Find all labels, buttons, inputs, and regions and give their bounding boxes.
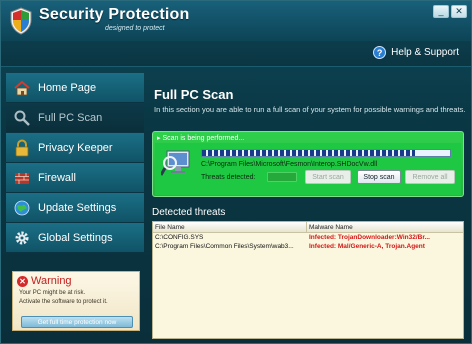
page-description: In this section you are able to run a fu… xyxy=(154,105,466,114)
stop-scan-button[interactable]: Stop scan xyxy=(357,170,401,184)
warning-title: Warning xyxy=(31,275,72,287)
scan-panel: ▸ Scan is being performed... C:\Program … xyxy=(152,131,464,197)
globe-icon xyxy=(12,198,32,218)
scan-status-text: Scan is being performed... xyxy=(162,135,245,142)
threats-count-box xyxy=(267,172,297,182)
warning-x-icon: ✕ xyxy=(17,275,28,287)
scan-body: C:\Program Files\Microsoft\Fesmon\Intero… xyxy=(155,143,461,195)
sidebar-item-label: Privacy Keeper xyxy=(38,141,113,154)
sidebar: Home Page Full PC Scan Privacy Keeper Fi… xyxy=(6,73,144,341)
table-row[interactable]: C:\CONFIG.SYS Infected: TrojanDownloader… xyxy=(153,233,463,242)
lock-icon xyxy=(12,138,32,158)
sidebar-item-home-page[interactable]: Home Page xyxy=(6,73,144,103)
scan-status: ▸ Scan is being performed... xyxy=(157,134,244,142)
threats-detected-label: Threats detected: xyxy=(201,174,256,181)
close-button[interactable]: ✕ xyxy=(451,5,467,18)
sidebar-item-privacy-keeper[interactable]: Privacy Keeper xyxy=(6,133,144,163)
scan-progress-fill xyxy=(202,150,416,156)
row-file-name: C:\CONFIG.SYS xyxy=(155,234,204,241)
sidebar-item-label: Home Page xyxy=(38,81,97,94)
warning-line-1: Your PC might be at risk. xyxy=(19,290,86,296)
column-header-file[interactable]: File Name xyxy=(153,222,307,232)
table-row[interactable]: C:\Program Files\Common Files\System\wab… xyxy=(153,242,463,251)
remove-all-button[interactable]: Remove all xyxy=(405,170,455,184)
sidebar-item-label: Update Settings xyxy=(38,201,117,214)
sidebar-item-update-settings[interactable]: Update Settings xyxy=(6,193,144,223)
app-subtitle: designed to protect xyxy=(105,25,165,32)
app-window: Security Protection designed to protect … xyxy=(0,0,472,344)
magnifier-icon xyxy=(12,108,32,128)
question-icon: ? xyxy=(373,46,387,59)
row-file-name: C:\Program Files\Common Files\System\wab… xyxy=(155,243,294,250)
title-bar[interactable]: Security Protection designed to protect … xyxy=(1,1,471,41)
detected-threats-title: Detected threats xyxy=(152,207,226,218)
threats-table[interactable]: File Name Malware Name C:\CONFIG.SYS Inf… xyxy=(152,221,464,339)
table-header: File Name Malware Name xyxy=(153,222,463,233)
row-malware-name: Infected: Mal/Generic-A, Trojan.Agent xyxy=(309,243,425,250)
sidebar-item-label: Firewall xyxy=(38,171,76,184)
shield-logo-icon xyxy=(10,7,32,35)
firewall-icon xyxy=(12,168,32,188)
help-support-label: Help & Support xyxy=(391,47,459,58)
help-bar: ? Help & Support xyxy=(1,41,471,67)
house-icon xyxy=(12,78,32,98)
warning-box: ✕ Warning Your PC might be at risk. Acti… xyxy=(12,271,140,331)
sidebar-item-firewall[interactable]: Firewall xyxy=(6,163,144,193)
app-title: Security Protection xyxy=(39,6,190,23)
warning-line-2: Activate the software to protect it. xyxy=(19,299,108,305)
row-malware-name: Infected: TrojanDownloader:Win32/Br... xyxy=(309,234,430,241)
get-protection-button[interactable]: Get full time protection now xyxy=(21,316,133,328)
help-support-link[interactable]: ? Help & Support xyxy=(373,46,459,59)
column-header-malware[interactable]: Malware Name xyxy=(307,222,463,232)
window-controls: _ ✕ xyxy=(433,5,467,18)
scan-progress-bar xyxy=(201,149,451,157)
sidebar-item-global-settings[interactable]: Global Settings xyxy=(6,223,144,253)
sidebar-item-full-pc-scan[interactable]: Full PC Scan xyxy=(6,103,144,133)
scan-current-path: C:\Program Files\Microsoft\Fesmon\Intero… xyxy=(201,161,378,168)
sidebar-item-label: Full PC Scan xyxy=(38,111,103,124)
sidebar-item-label: Global Settings xyxy=(38,231,113,244)
page-title: Full PC Scan xyxy=(154,87,234,102)
monitor-magnifier-icon xyxy=(161,150,190,176)
start-scan-button[interactable]: Start scan xyxy=(305,170,351,184)
gear-icon xyxy=(12,228,32,248)
minimize-button[interactable]: _ xyxy=(433,5,449,18)
warning-header: ✕ Warning xyxy=(17,275,72,287)
main-panel: Full PC Scan In this section you are abl… xyxy=(148,73,468,341)
